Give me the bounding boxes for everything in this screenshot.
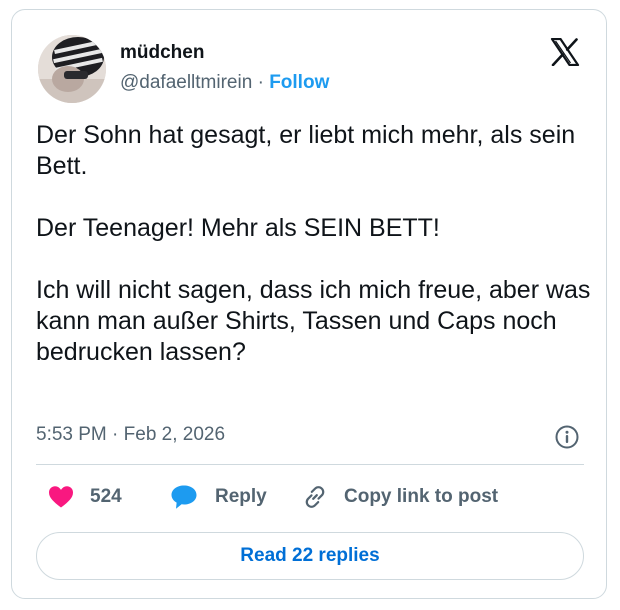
speech-bubble-icon [171, 485, 197, 509]
like-button[interactable]: 524 [48, 480, 122, 514]
info-icon[interactable] [554, 424, 580, 450]
separator-dot: · [257, 72, 264, 93]
follow-button[interactable]: Follow [269, 72, 329, 93]
timestamp[interactable]: 5:53 PM · Feb 2, 2026 [36, 424, 225, 446]
action-bar: 524 Reply Copy link to post [36, 480, 596, 514]
handle[interactable]: @dafaelltmirein [120, 72, 252, 93]
x-logo-icon[interactable] [550, 38, 580, 66]
avatar-image [38, 35, 106, 103]
copy-link-button[interactable]: Copy link to post [301, 480, 498, 514]
reply-label: Reply [215, 486, 267, 507]
tweet-paragraph: Der Sohn hat gesagt, er liebt mich mehr,… [36, 121, 576, 180]
reply-button[interactable]: Reply [170, 480, 267, 514]
display-name[interactable]: müdchen [120, 42, 204, 64]
handle-row: @dafaelltmirein · Follow [120, 72, 329, 94]
divider [36, 464, 584, 465]
read-replies-button[interactable]: Read 22 replies [36, 532, 584, 580]
tweet-text: Der Sohn hat gesagt, er liebt mich mehr,… [36, 120, 596, 368]
heart-icon [49, 486, 73, 508]
like-count: 524 [90, 486, 122, 507]
tweet-card: müdchen @dafaelltmirein · Follow Der Soh… [11, 9, 607, 599]
copy-link-label: Copy link to post [344, 486, 499, 507]
tweet-paragraph: Ich will nicht sagen, dass ich mich freu… [36, 276, 591, 366]
avatar[interactable] [38, 35, 106, 103]
link-icon [305, 486, 325, 508]
tweet-paragraph: Der Teenager! Mehr als SEIN BETT! [36, 214, 440, 242]
